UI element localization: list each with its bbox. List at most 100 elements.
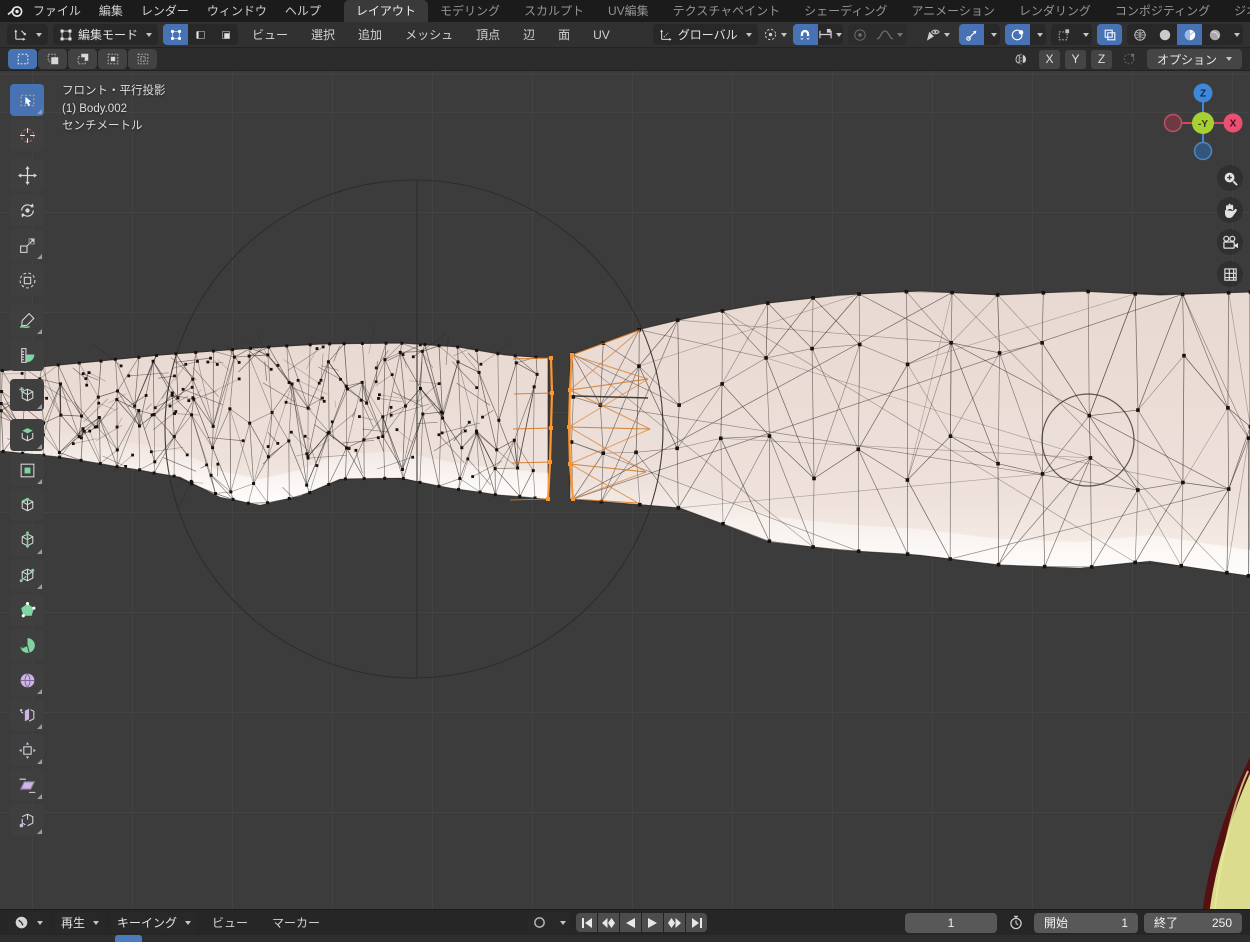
navigation-gizmo[interactable]: Z X -Y <box>1163 81 1243 161</box>
visibility-dropdown-button[interactable] <box>920 24 954 45</box>
shading-wireframe-button[interactable] <box>1127 24 1152 45</box>
tool-smooth[interactable] <box>10 664 44 696</box>
tool-select-box[interactable] <box>10 84 44 116</box>
mirror-button[interactable] <box>1009 49 1034 70</box>
tool-extrude-region[interactable] <box>10 419 44 451</box>
tool-loop-cut[interactable] <box>10 524 44 556</box>
menu-help[interactable]: ヘルプ <box>276 0 330 22</box>
pivot-point-button[interactable] <box>763 24 788 45</box>
play-button[interactable] <box>642 913 663 932</box>
face-select-button[interactable] <box>213 24 238 45</box>
show-gizmo-toggle[interactable] <box>959 24 984 45</box>
tool-scale[interactable] <box>10 229 44 261</box>
mode-select-button[interactable]: 編集モード <box>53 24 158 45</box>
absolute-grid-snap-toggle[interactable] <box>1117 49 1142 70</box>
mirror-z-toggle[interactable]: Z <box>1091 50 1112 69</box>
tab-texture-paint[interactable]: テクスチャペイント <box>661 0 793 22</box>
timeline-menu-view[interactable]: ビュー <box>203 912 257 934</box>
playhead-marker[interactable] <box>115 935 142 942</box>
show-overlays-toggle[interactable] <box>1005 24 1030 45</box>
menu-window[interactable]: ウィンドウ <box>198 0 276 22</box>
vertex-select-button[interactable] <box>163 24 188 45</box>
menu-view[interactable]: ビュー <box>243 24 297 46</box>
gizmo-minus-z-axis[interactable] <box>1195 143 1212 160</box>
tab-geometry-nodes[interactable]: ジオメトリノード <box>1222 0 1250 22</box>
menu-render[interactable]: レンダー <box>132 0 198 22</box>
viewport-gizmos-toggle[interactable] <box>1051 24 1076 45</box>
select-mode-subtract[interactable] <box>68 49 97 69</box>
tool-measure[interactable] <box>10 339 44 371</box>
tool-transform[interactable] <box>10 264 44 296</box>
tool-shear[interactable] <box>10 769 44 801</box>
shading-dropdown[interactable] <box>1227 24 1243 45</box>
jump-to-end-button[interactable] <box>686 913 707 932</box>
snap-toggle-button[interactable] <box>793 24 818 45</box>
select-mode-difference[interactable] <box>98 49 127 69</box>
menu-select[interactable]: 選択 <box>302 24 344 46</box>
overlays-dropdown[interactable] <box>1030 24 1046 45</box>
camera-view-button[interactable] <box>1217 229 1243 255</box>
tool-shrink-fatten[interactable] <box>10 734 44 766</box>
frame-end-field[interactable]: 終了 250 <box>1144 913 1242 933</box>
gizmo-dropdown[interactable] <box>984 24 1000 45</box>
menu-vertex[interactable]: 頂点 <box>467 24 509 46</box>
gizmo-minus-x-axis[interactable] <box>1165 115 1182 132</box>
menu-file[interactable]: ファイル <box>24 0 90 22</box>
menu-edge[interactable]: 辺 <box>514 24 544 46</box>
viewport[interactable]: フロント・平行投影 (1) Body.002 センチメートル Z X -Y <box>0 71 1250 909</box>
timeline-editor-type-button[interactable] <box>8 912 49 933</box>
timeline-track[interactable] <box>0 935 1250 942</box>
shading-material-button[interactable] <box>1177 24 1202 45</box>
shading-solid-button[interactable] <box>1152 24 1177 45</box>
tab-sculpting[interactable]: スカルプト <box>512 0 596 22</box>
tool-move[interactable] <box>10 159 44 191</box>
shading-rendered-button[interactable] <box>1202 24 1227 45</box>
autokey-dropdown[interactable] <box>552 912 570 933</box>
menu-face[interactable]: 面 <box>549 24 579 46</box>
options-button[interactable]: オプション <box>1147 49 1242 69</box>
snap-target-button[interactable] <box>818 24 843 45</box>
select-mode-new[interactable] <box>8 49 37 69</box>
edge-select-button[interactable] <box>188 24 213 45</box>
tool-spin[interactable] <box>10 629 44 661</box>
tab-modeling[interactable]: モデリング <box>428 0 512 22</box>
tool-rip-region[interactable] <box>10 804 44 836</box>
transform-orientation-button[interactable]: グローバル <box>653 24 758 45</box>
pan-button[interactable] <box>1217 197 1243 223</box>
tab-uv-editing[interactable]: UV編集 <box>596 0 661 22</box>
mirror-y-toggle[interactable]: Y <box>1065 50 1086 69</box>
next-keyframe-button[interactable] <box>664 913 685 932</box>
tool-cursor[interactable] <box>10 119 44 151</box>
tool-annotate[interactable] <box>10 304 44 336</box>
auto-keyframe-toggle[interactable] <box>527 912 552 933</box>
current-frame-field[interactable]: 1 <box>905 913 997 933</box>
keying-menu-button[interactable]: キーイング <box>111 912 197 933</box>
tool-add-cube[interactable] <box>10 379 44 411</box>
prev-keyframe-button[interactable] <box>598 913 619 932</box>
tool-knife[interactable] <box>10 559 44 591</box>
menu-mesh[interactable]: メッシュ <box>396 24 462 46</box>
zoom-button[interactable] <box>1217 165 1243 191</box>
play-reverse-button[interactable] <box>620 913 641 932</box>
tool-bevel[interactable] <box>10 489 44 521</box>
viewport-gizmos-dropdown[interactable] <box>1076 24 1092 45</box>
tool-rotate[interactable] <box>10 194 44 226</box>
proportional-editing-button[interactable] <box>848 24 873 45</box>
jump-to-start-button[interactable] <box>576 913 597 932</box>
use-preview-range-toggle[interactable] <box>1003 912 1028 933</box>
timeline-menu-marker[interactable]: マーカー <box>263 912 329 934</box>
xray-toggle[interactable] <box>1097 24 1122 45</box>
menu-uv[interactable]: UV <box>584 24 619 46</box>
select-mode-extend[interactable] <box>38 49 67 69</box>
tab-layout[interactable]: レイアウト <box>344 0 428 22</box>
tool-inset-faces[interactable] <box>10 454 44 486</box>
tool-poly-build[interactable] <box>10 594 44 626</box>
playback-menu-button[interactable]: 再生 <box>55 912 105 933</box>
falloff-curve-button[interactable] <box>873 24 907 45</box>
blender-logo-icon[interactable] <box>6 2 24 20</box>
tab-shading[interactable]: シェーディング <box>792 0 899 22</box>
menu-add[interactable]: 追加 <box>349 24 391 46</box>
mirror-x-toggle[interactable]: X <box>1039 50 1060 69</box>
select-mode-intersect[interactable] <box>128 49 157 69</box>
tab-animation[interactable]: アニメーション <box>899 0 1007 22</box>
